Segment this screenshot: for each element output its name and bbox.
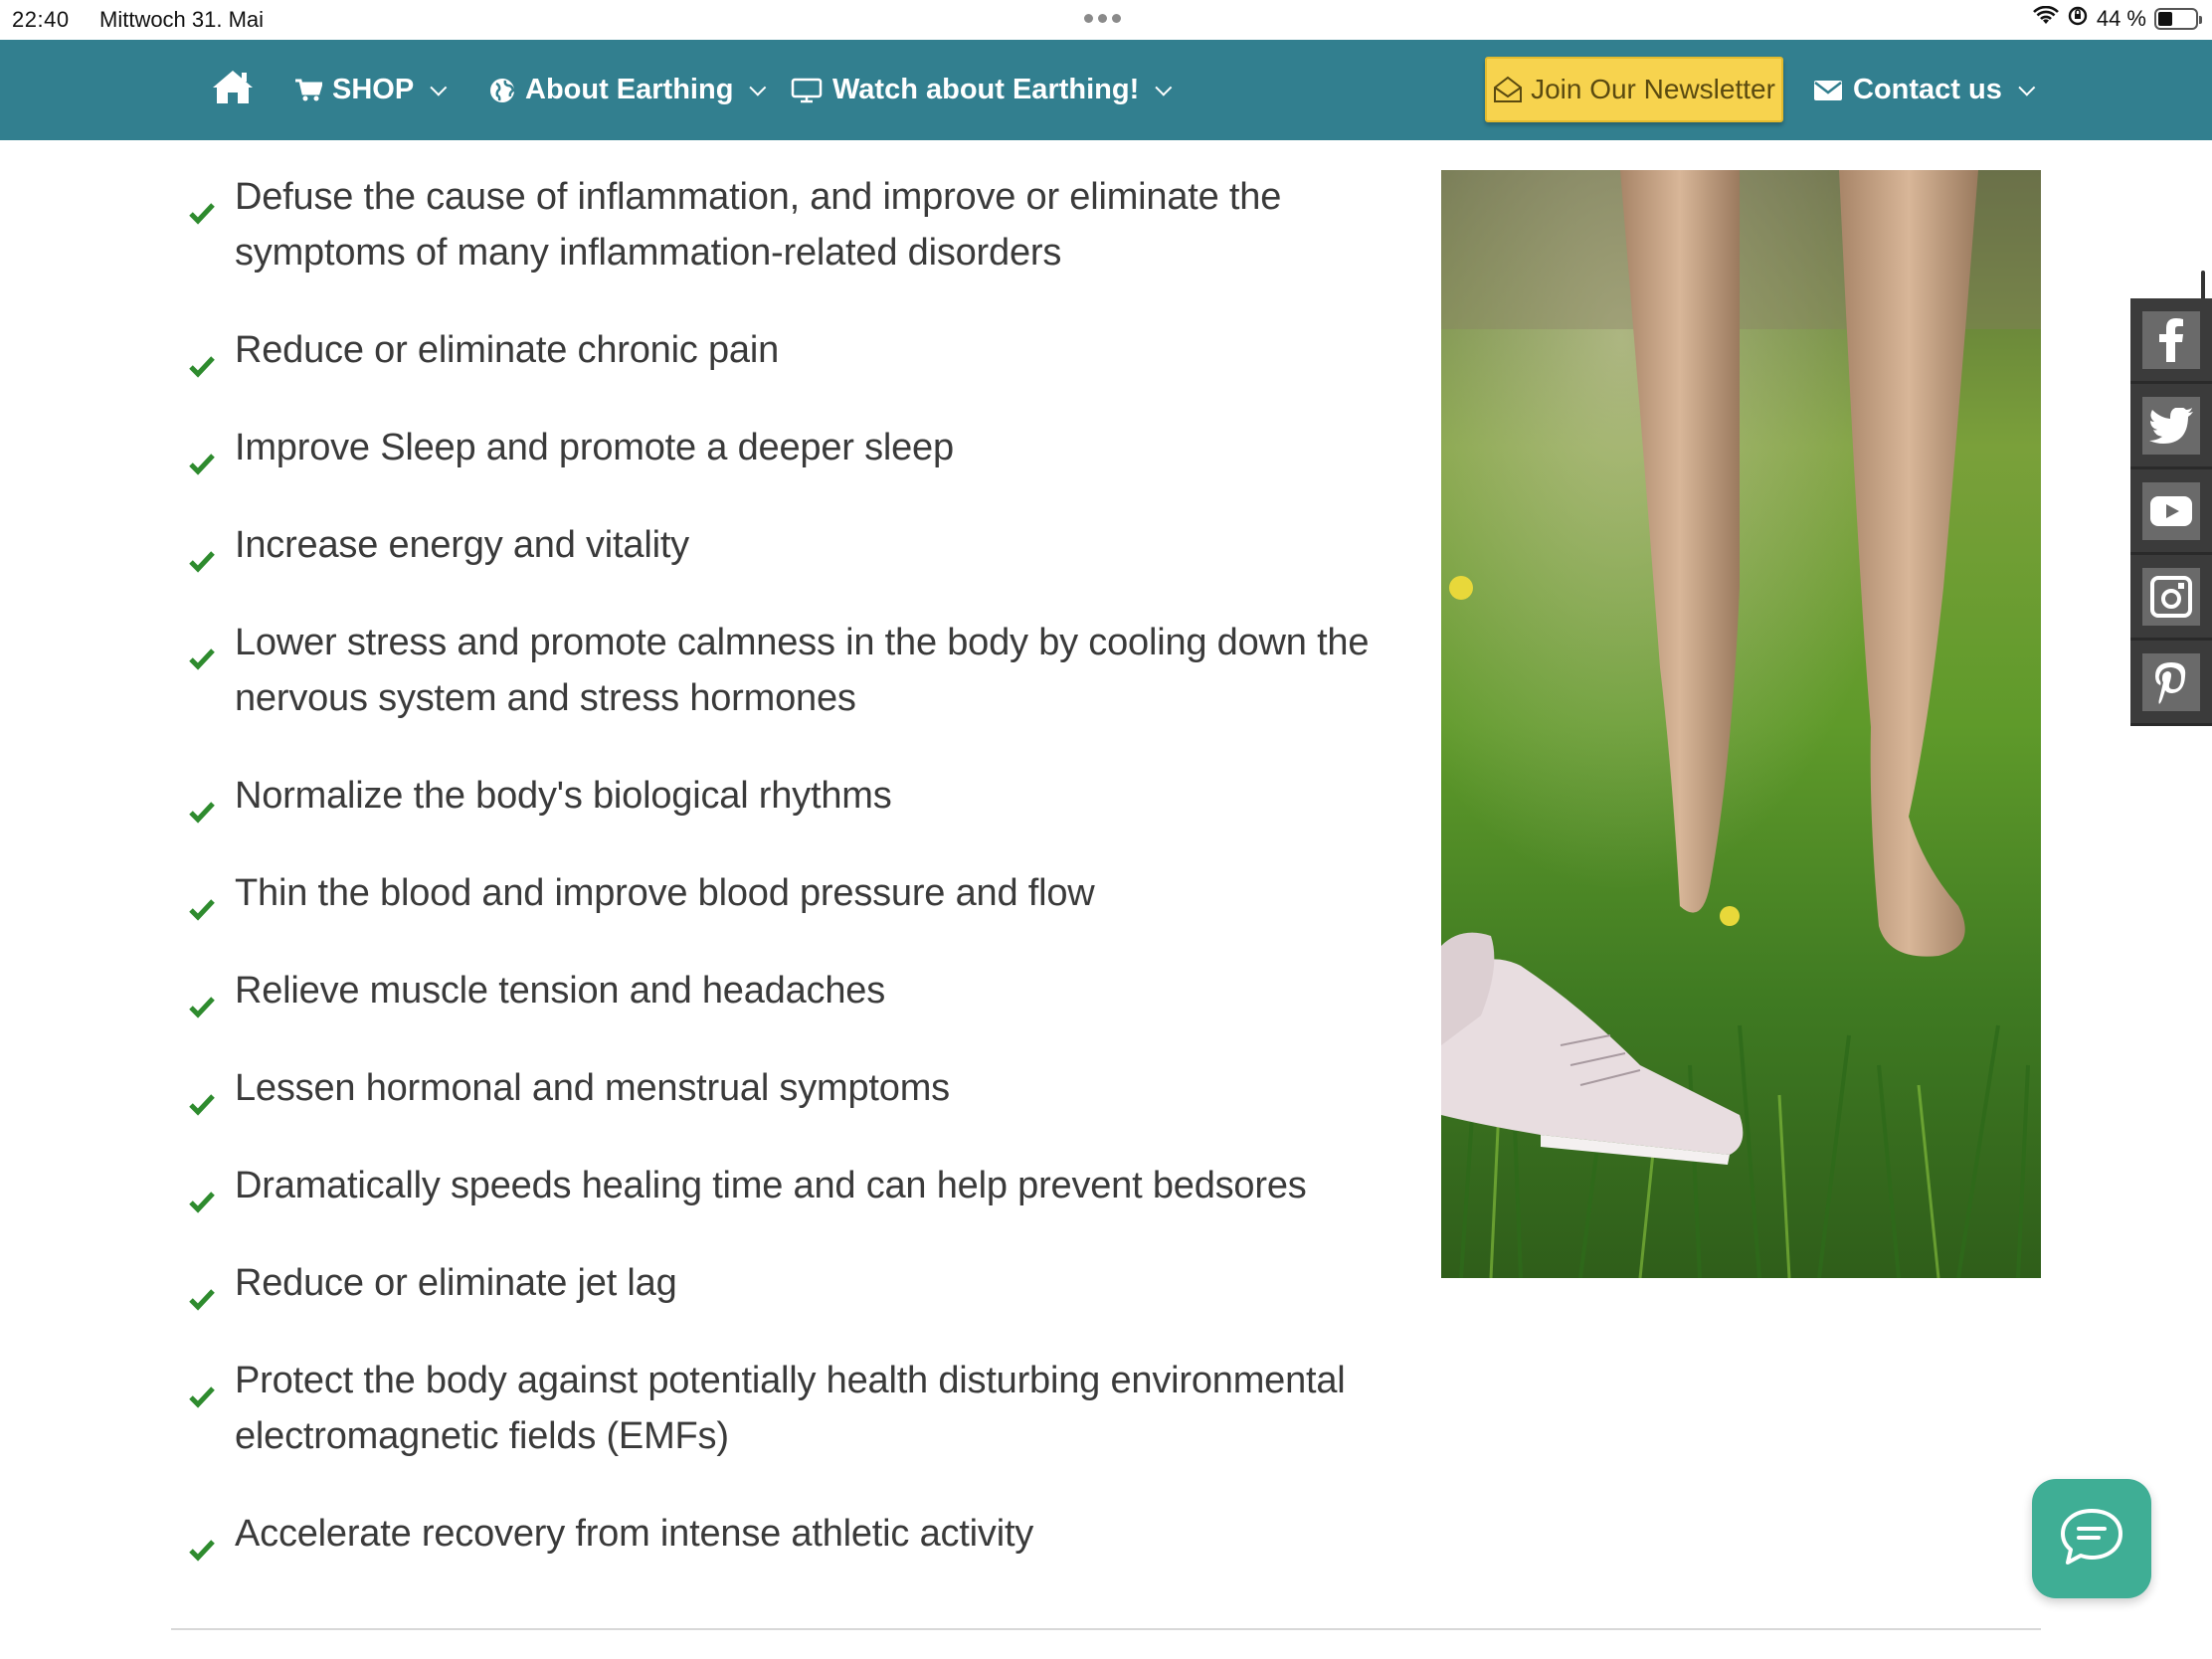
nav-about-label: About Earthing bbox=[525, 74, 734, 105]
nav-watch[interactable]: Watch about Earthing! bbox=[791, 40, 1173, 140]
benefit-text: Dramatically speeds healing time and can… bbox=[235, 1165, 1307, 1206]
orientation-lock-icon bbox=[2067, 5, 2089, 33]
section-divider bbox=[171, 1628, 2041, 1630]
status-time: 22:40 bbox=[12, 7, 70, 32]
globe-icon bbox=[489, 78, 515, 103]
twitter-icon bbox=[2142, 396, 2200, 455]
check-icon bbox=[189, 338, 215, 378]
open-envelope-icon bbox=[1493, 76, 1523, 103]
list-item: Thin the blood and improve blood pressur… bbox=[189, 865, 1422, 921]
status-date: Mittwoch 31. Mai bbox=[99, 7, 265, 32]
benefit-text: Defuse the cause of inflammation, and im… bbox=[235, 176, 1282, 274]
main-nav: SHOP About Earthing Watch about Earthing… bbox=[0, 40, 2212, 140]
list-item: Defuse the cause of inflammation, and im… bbox=[189, 169, 1422, 280]
benefit-text: Accelerate recovery from intense athleti… bbox=[235, 1513, 1034, 1555]
list-item: Protect the body against potentially hea… bbox=[189, 1353, 1422, 1464]
social-sidebar bbox=[2130, 298, 2212, 726]
nav-watch-label: Watch about Earthing! bbox=[832, 74, 1140, 105]
benefit-text: Protect the body against potentially hea… bbox=[235, 1360, 1346, 1457]
home-icon bbox=[211, 68, 255, 113]
chevron-down-icon bbox=[430, 79, 448, 96]
chevron-down-icon bbox=[749, 79, 767, 96]
list-item: Reduce or eliminate chronic pain bbox=[189, 322, 1422, 378]
facebook-icon bbox=[2142, 310, 2200, 369]
battery-percent: 44 % bbox=[2096, 6, 2146, 31]
pinterest-icon bbox=[2142, 652, 2200, 711]
benefit-text: Reduce or eliminate jet lag bbox=[235, 1262, 677, 1304]
list-item: Improve Sleep and promote a deeper sleep bbox=[189, 420, 1422, 475]
benefit-text: Reduce or eliminate chronic pain bbox=[235, 329, 780, 371]
chat-button[interactable] bbox=[2032, 1479, 2151, 1598]
list-item: Normalize the body's biological rhythms bbox=[189, 768, 1422, 824]
check-icon bbox=[189, 1076, 215, 1116]
join-newsletter-button[interactable]: Join Our Newsletter bbox=[1485, 57, 1783, 122]
check-icon bbox=[189, 436, 215, 475]
status-bar: 22:40 Mittwoch 31. Mai 44 % bbox=[0, 0, 2212, 40]
check-icon bbox=[189, 979, 215, 1018]
barefoot-grass-photo bbox=[1441, 170, 2041, 1278]
youtube-button[interactable] bbox=[2130, 469, 2212, 555]
benefit-text: Normalize the body's biological rhythms bbox=[235, 775, 892, 817]
list-item: Lessen hormonal and menstrual symptoms bbox=[189, 1060, 1422, 1116]
chat-icon bbox=[2059, 1507, 2124, 1571]
benefit-text: Increase energy and vitality bbox=[235, 524, 689, 566]
check-icon bbox=[189, 881, 215, 921]
nav-shop-label: SHOP bbox=[332, 74, 415, 105]
pinterest-button[interactable] bbox=[2130, 641, 2212, 726]
monitor-icon bbox=[791, 78, 823, 103]
check-icon bbox=[189, 1271, 215, 1311]
wifi-icon bbox=[2032, 5, 2059, 32]
cart-icon bbox=[294, 79, 322, 102]
newsletter-label: Join Our Newsletter bbox=[1531, 74, 1775, 104]
instagram-icon bbox=[2142, 567, 2200, 626]
battery-icon bbox=[2154, 8, 2202, 30]
check-icon bbox=[189, 533, 215, 573]
youtube-icon bbox=[2142, 481, 2200, 540]
nav-about[interactable]: About Earthing bbox=[489, 40, 767, 140]
list-item: Accelerate recovery from intense athleti… bbox=[189, 1506, 1422, 1562]
list-item: Lower stress and promote calmness in the… bbox=[189, 615, 1422, 726]
benefit-text: Relieve muscle tension and headaches bbox=[235, 970, 885, 1012]
check-icon bbox=[189, 631, 215, 670]
list-item: Relieve muscle tension and headaches bbox=[189, 963, 1422, 1018]
benefit-text: Thin the blood and improve blood pressur… bbox=[235, 872, 1095, 914]
multitasking-dots[interactable] bbox=[1084, 14, 1121, 23]
list-item: Increase energy and vitality bbox=[189, 517, 1422, 573]
check-icon bbox=[189, 1369, 215, 1408]
chevron-down-icon bbox=[1155, 79, 1173, 96]
twitter-button[interactable] bbox=[2130, 384, 2212, 469]
check-icon bbox=[189, 784, 215, 824]
envelope-icon bbox=[1813, 79, 1843, 102]
benefit-text: Lessen hormonal and menstrual symptoms bbox=[235, 1067, 950, 1109]
check-icon bbox=[189, 1522, 215, 1562]
nav-home[interactable] bbox=[211, 40, 255, 140]
benefit-text: Improve Sleep and promote a deeper sleep bbox=[235, 427, 954, 468]
nav-contact[interactable]: Contact us bbox=[1813, 40, 2036, 140]
chevron-down-icon bbox=[2018, 79, 2036, 96]
benefits-list: Defuse the cause of inflammation, and im… bbox=[189, 169, 1422, 1603]
list-item: Reduce or eliminate jet lag bbox=[189, 1255, 1422, 1311]
benefit-text: Lower stress and promote calmness in the… bbox=[235, 622, 1370, 719]
facebook-button[interactable] bbox=[2130, 298, 2212, 384]
check-icon bbox=[189, 1174, 215, 1213]
status-indicators: 44 % bbox=[2032, 5, 2202, 33]
nav-shop[interactable]: SHOP bbox=[294, 40, 448, 140]
list-item: Dramatically speeds healing time and can… bbox=[189, 1158, 1422, 1213]
instagram-button[interactable] bbox=[2130, 555, 2212, 641]
nav-contact-label: Contact us bbox=[1853, 74, 2002, 105]
check-icon bbox=[189, 185, 215, 225]
